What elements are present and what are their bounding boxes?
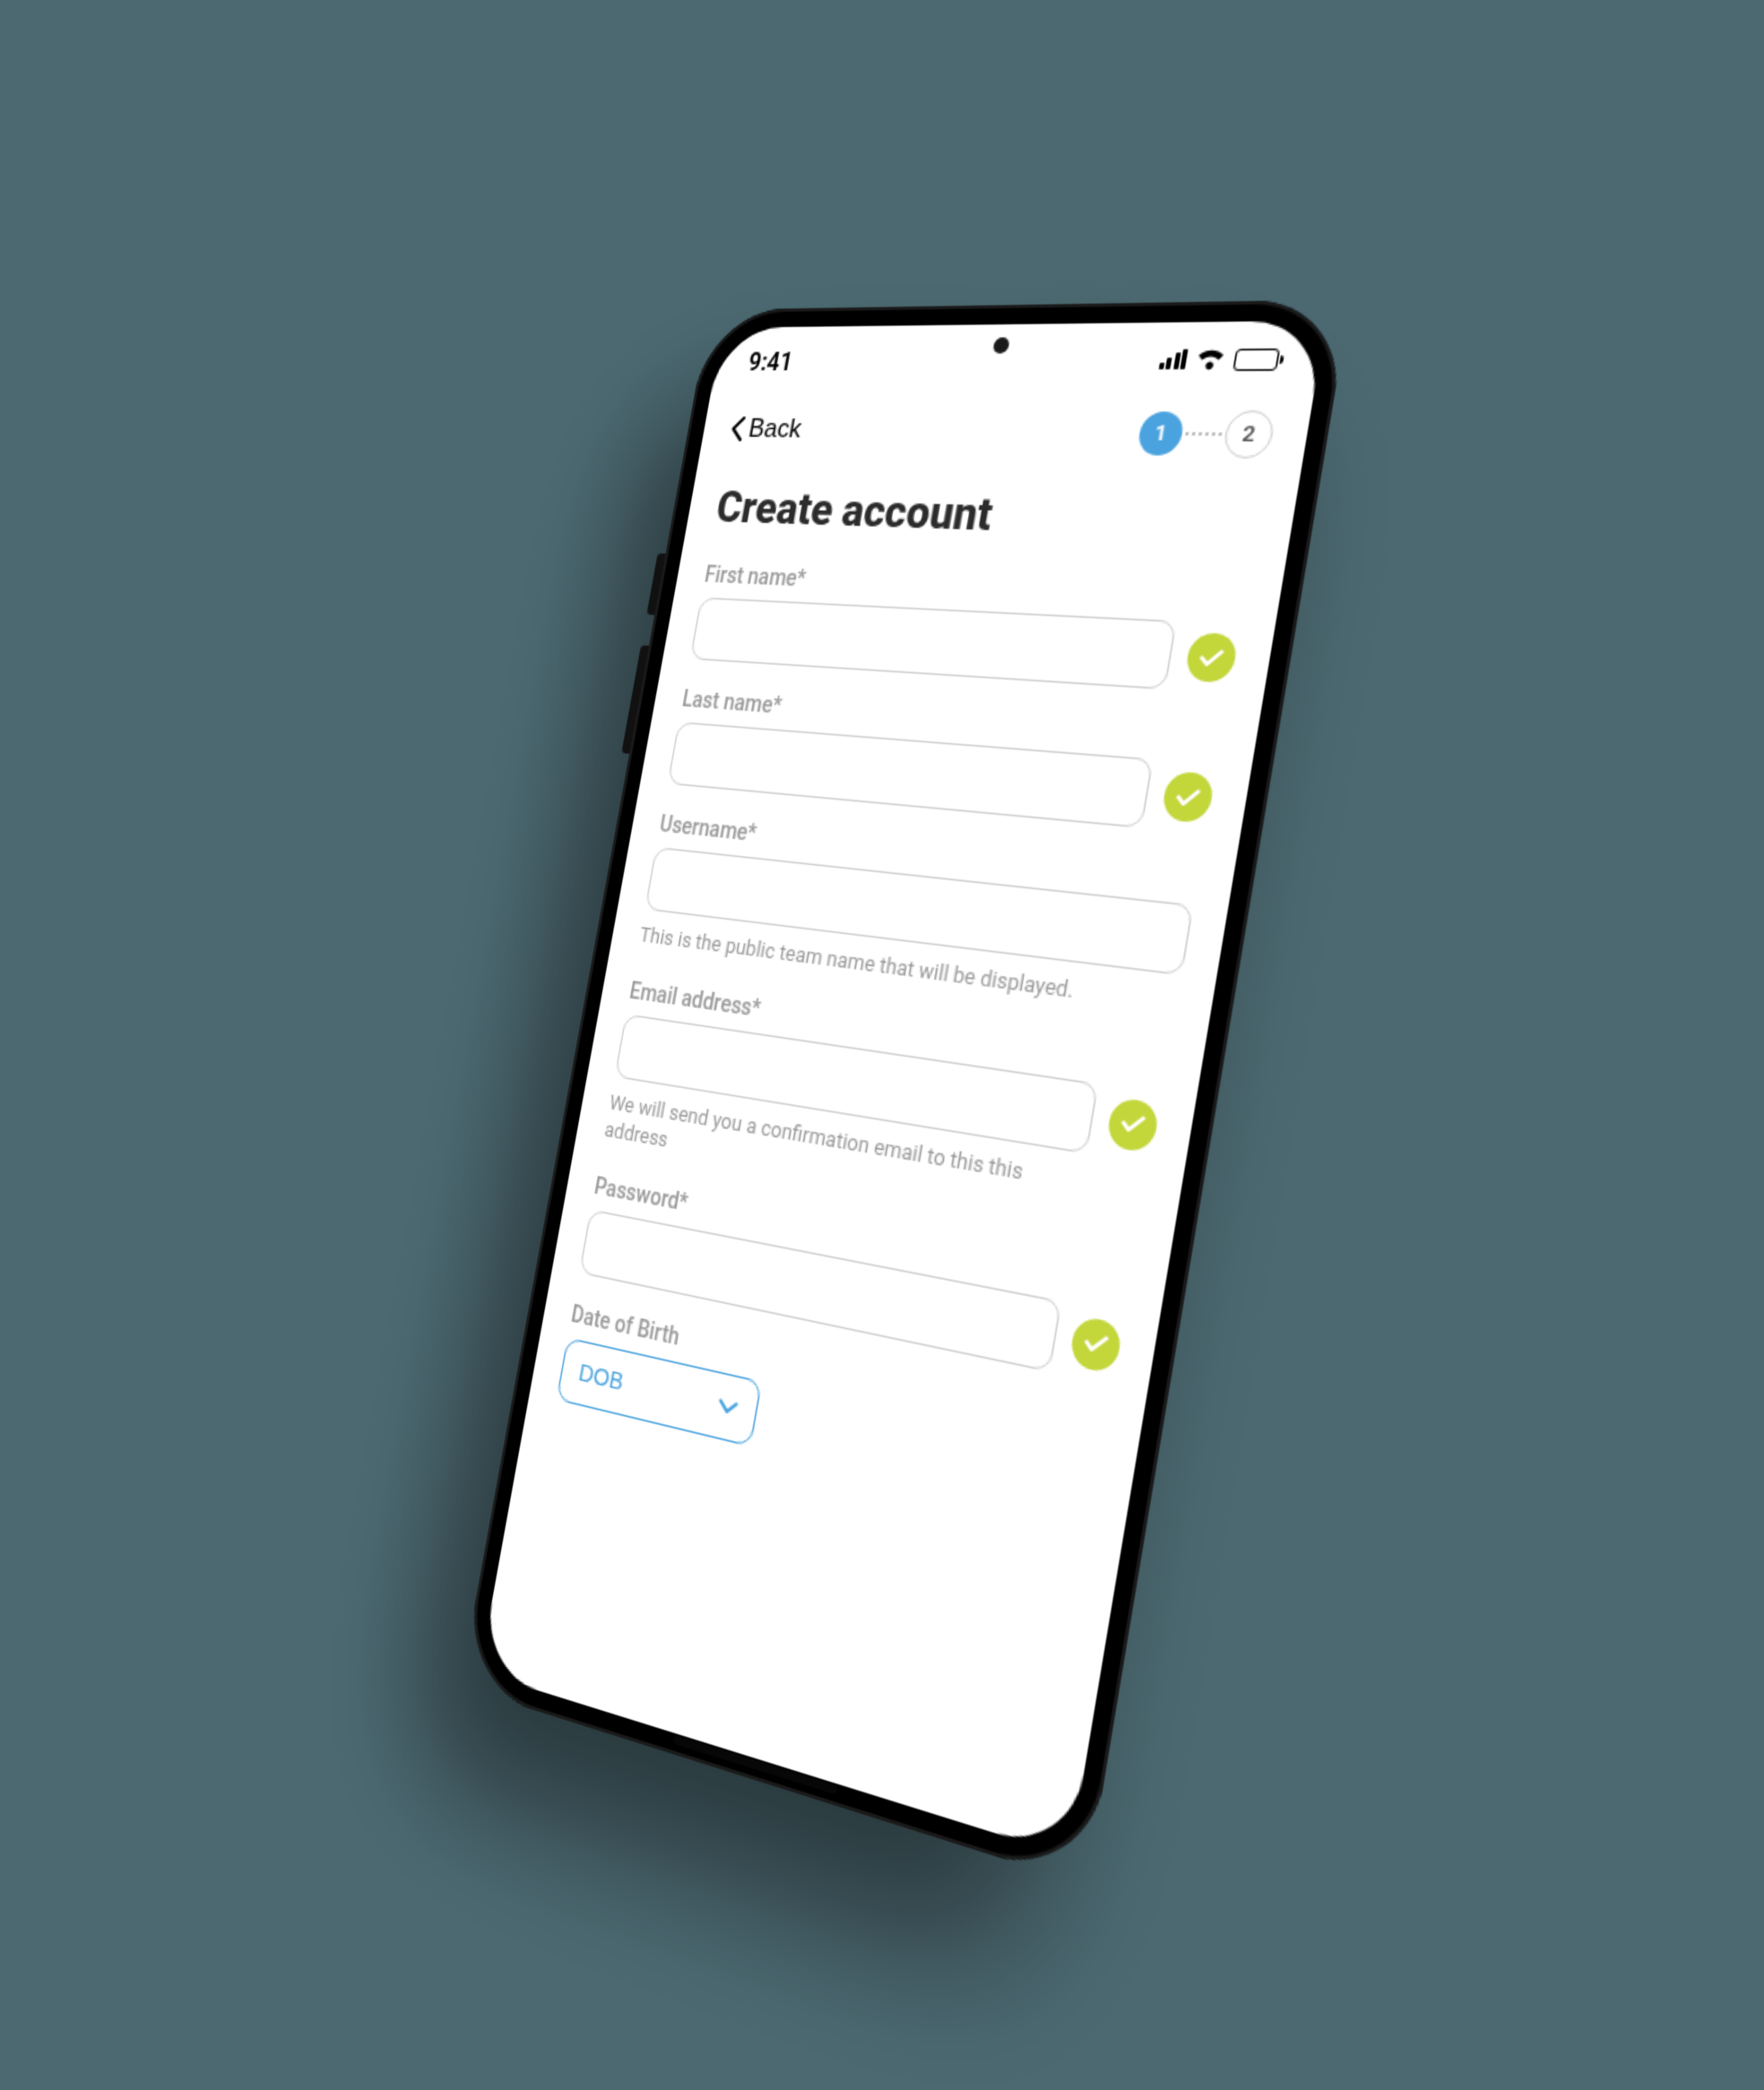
page-title: Create account [713,481,1263,551]
phone-mockup: 9:41 [460,299,1351,1886]
step-2[interactable]: 2 [1221,410,1276,459]
check-icon [1184,632,1240,683]
step-1[interactable]: 1 [1136,411,1186,456]
form-content: Create account First name* Last [480,456,1302,1857]
field-last-name: Last name* [667,687,1224,834]
wifi-icon [1195,348,1227,370]
chevron-left-icon [729,417,746,442]
screen: 9:41 [480,321,1327,1857]
chevron-down-icon [716,1397,739,1417]
field-username: Username* This is the public team name t… [637,812,1200,1021]
check-icon [1160,771,1215,824]
status-indicators [1158,348,1281,370]
field-dob: Date of Birth DOB [556,1301,1108,1528]
status-bar: 9:41 [711,321,1327,397]
status-time: 9:41 [747,346,796,376]
phone-body: 9:41 [460,299,1351,1886]
progress-stepper: 1 2 [1136,410,1276,459]
phone-chin-slot [673,1735,838,1795]
check-icon [1105,1096,1161,1153]
first-name-input[interactable] [689,597,1177,689]
step-connector [1185,432,1222,436]
field-first-name: First name* [689,563,1247,694]
header: Back 1 2 [699,395,1313,467]
back-button[interactable]: Back [728,407,806,451]
battery-icon [1232,348,1280,370]
back-label: Back [746,413,803,445]
dob-select-label: DOB [576,1359,626,1396]
check-icon [1068,1315,1124,1375]
last-name-input[interactable] [667,721,1154,828]
cellular-signal-icon [1158,350,1189,370]
